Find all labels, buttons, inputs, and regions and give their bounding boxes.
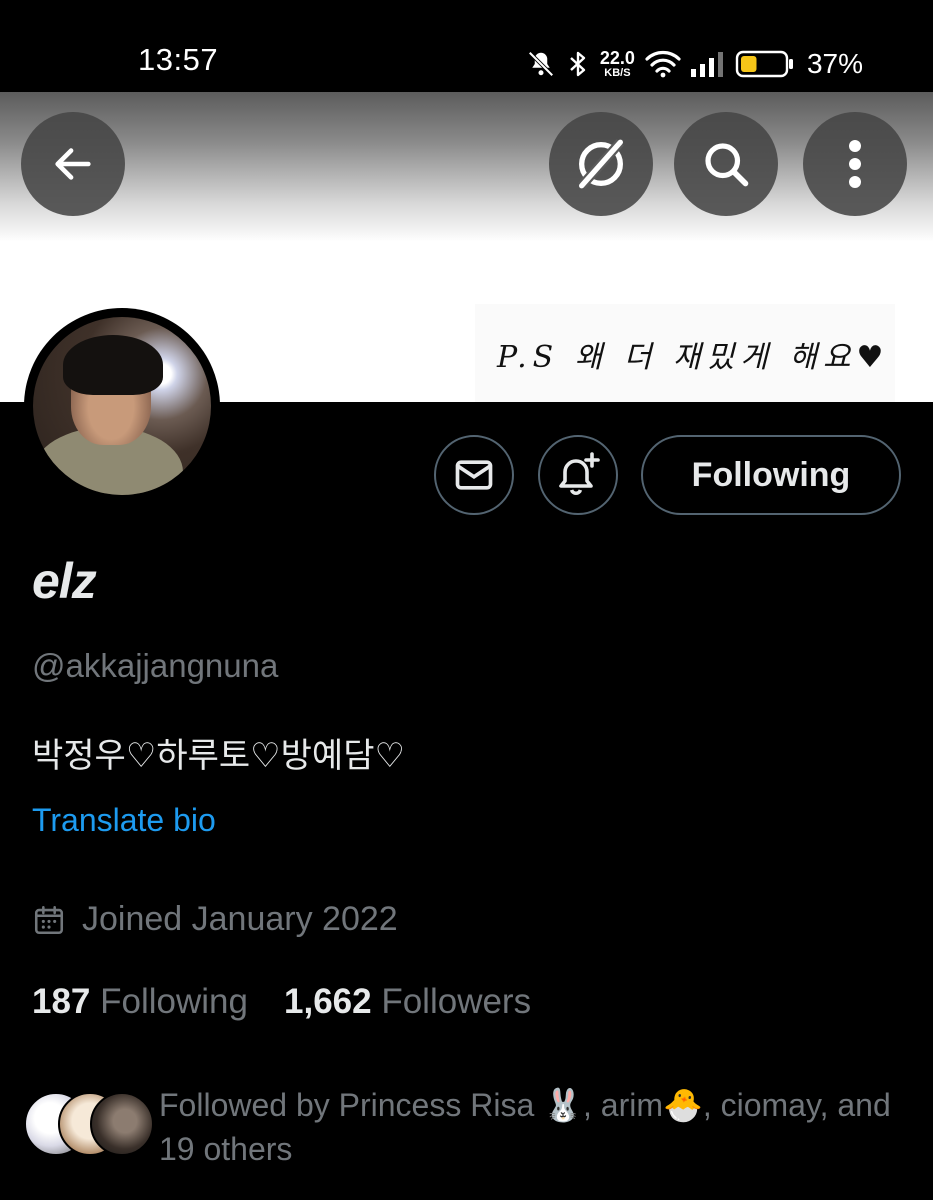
following-button[interactable]: Following (641, 435, 901, 515)
status-time: 13:57 (138, 42, 219, 77)
more-button[interactable] (803, 112, 907, 216)
signal-icon (690, 51, 725, 77)
display-name: elz (32, 553, 97, 609)
more-vertical-icon (849, 140, 861, 188)
joined-row: Joined January 2022 (32, 900, 398, 939)
bio: 박정우♡하루토♡방예담♡ (32, 737, 405, 775)
grok-icon (578, 139, 624, 189)
following-label: Following (100, 982, 248, 1021)
message-button[interactable] (434, 435, 514, 515)
status-bar: 13:57 22.0 KB/S 37% (0, 0, 933, 92)
mutual-followers-avatars[interactable] (24, 1092, 154, 1156)
bell-off-icon (526, 49, 556, 79)
mail-icon (455, 460, 493, 490)
followed-by-text[interactable]: Followed by Princess Risa 🐰, arim🐣, ciom… (159, 1083, 899, 1171)
battery-percent: 37% (806, 48, 863, 79)
following-count: 187 (32, 982, 91, 1021)
followers-label: Followers (381, 982, 532, 1021)
notifications-button[interactable] (538, 435, 618, 515)
bluetooth-icon (566, 49, 590, 79)
joined-date: Joined January 2022 (82, 900, 398, 938)
net-speed-unit: KB/S (604, 67, 631, 79)
avatar-hair-shape (63, 335, 163, 395)
bell-plus-icon (559, 452, 600, 495)
search-icon (705, 143, 749, 187)
avatar[interactable] (33, 317, 211, 495)
handle: @akkajjangnuna (32, 647, 279, 684)
net-speed: 22.0 KB/S (600, 49, 635, 79)
translate-bio-link[interactable]: Translate bio (32, 802, 216, 839)
back-arrow-icon (55, 148, 91, 180)
calendar-icon (34, 905, 64, 934)
search-button[interactable] (674, 112, 778, 216)
net-speed-value: 22.0 (599, 48, 635, 68)
grok-button[interactable] (549, 112, 653, 216)
following-stat[interactable]: 187 Following (32, 982, 248, 1021)
stats-row: 187 Following 1,662 Followers (32, 982, 531, 1022)
status-icons: 22.0 KB/S 37% (526, 40, 863, 88)
avatar (90, 1092, 154, 1156)
wifi-icon (645, 50, 681, 78)
followers-count: 1,662 (284, 982, 372, 1021)
banner-handwriting: P.S 왜 더 재밌게 해요♥ (497, 340, 890, 375)
battery-icon (735, 49, 795, 79)
followers-stat[interactable]: 1,662 Followers (284, 982, 531, 1021)
back-button[interactable] (21, 112, 125, 216)
profile-screen: 13:57 22.0 KB/S 37% P.S 왜 더 재밌게 해요♥ Foll… (0, 0, 933, 1200)
